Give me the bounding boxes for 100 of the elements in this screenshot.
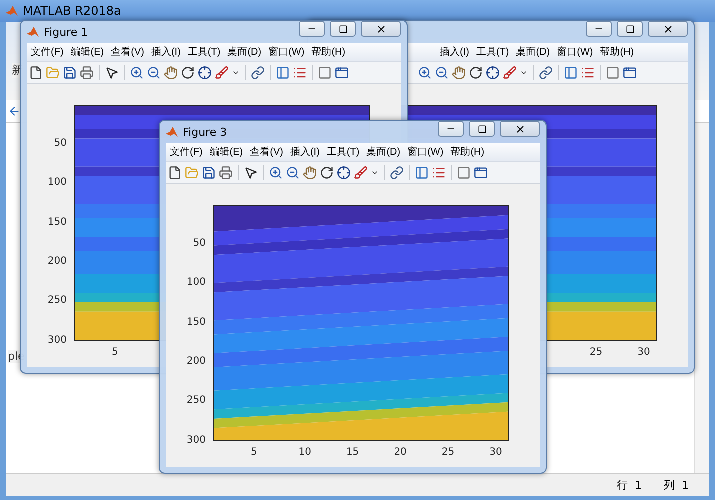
window-title: MATLAB R2018a — [23, 4, 122, 18]
menu-item[interactable]: 查看(V) — [111, 45, 144, 59]
zoom-out-icon[interactable] — [147, 66, 161, 80]
new-file-icon[interactable] — [29, 66, 43, 80]
menu-item[interactable]: 帮助(H) — [450, 145, 485, 159]
link-icon[interactable] — [390, 166, 404, 180]
zoom-out-icon[interactable] — [435, 66, 449, 80]
crosshair-icon[interactable] — [337, 166, 351, 180]
matlab-logo-icon — [27, 26, 39, 38]
panel-icon[interactable] — [415, 166, 429, 180]
menu-item[interactable]: 桌面(D) — [228, 45, 262, 59]
axis-tick-label: 300 — [48, 334, 67, 346]
print-icon[interactable] — [80, 66, 94, 80]
menu-item[interactable]: 文件(F) — [170, 145, 203, 159]
link-icon[interactable] — [251, 66, 265, 80]
close-button[interactable] — [361, 21, 401, 37]
menu-item[interactable]: 帮助(H) — [600, 45, 634, 59]
pointer-icon[interactable] — [244, 166, 258, 180]
menu-item[interactable]: 桌面(D) — [516, 45, 550, 59]
save-icon[interactable] — [63, 66, 77, 80]
menu-item[interactable]: 编辑(E) — [210, 145, 244, 159]
axis-tick-label: 10 — [298, 447, 312, 458]
menu-item[interactable]: 插入(I) — [290, 145, 320, 159]
axis-tick-label: 5 — [112, 347, 118, 358]
print-icon[interactable] — [219, 166, 233, 180]
new-file-icon[interactable] — [168, 166, 182, 180]
axis-tick-label: 50 — [54, 138, 67, 149]
minimize-button[interactable] — [299, 21, 325, 37]
square-icon[interactable] — [606, 66, 620, 80]
window-title: Figure 3 — [183, 126, 228, 138]
zoom-out-icon[interactable] — [286, 166, 300, 180]
window-icon[interactable] — [474, 166, 488, 180]
maximize-button[interactable] — [469, 121, 495, 137]
list-icon[interactable] — [432, 166, 446, 180]
menu-item[interactable]: 插入(I) — [440, 45, 470, 59]
axis-tick-label: 30 — [638, 347, 650, 358]
brush-icon[interactable] — [354, 166, 368, 180]
minimize-button[interactable] — [586, 21, 612, 37]
window-title: Figure 1 — [44, 26, 90, 38]
square-icon[interactable] — [318, 66, 332, 80]
save-icon[interactable] — [202, 166, 216, 180]
panel-icon[interactable] — [276, 66, 290, 80]
rotate-icon[interactable] — [181, 66, 195, 80]
menu-item[interactable]: 帮助(H) — [312, 45, 346, 59]
status-text: 行 1 — [617, 478, 642, 492]
back-arrow-icon[interactable] — [8, 104, 21, 118]
axis-tick-label: 25 — [590, 347, 603, 358]
rotate-icon[interactable] — [469, 66, 483, 80]
axis-tick-label: 200 — [186, 356, 206, 367]
close-button[interactable] — [648, 21, 688, 37]
axis-tick-label: 150 — [186, 316, 206, 328]
panel-icon[interactable] — [564, 66, 578, 80]
hand-icon[interactable] — [452, 66, 466, 80]
status-text: 列 1 — [664, 478, 689, 492]
menu-item[interactable]: 桌面(D) — [366, 145, 401, 159]
maximize-button[interactable] — [330, 21, 356, 37]
window-icon[interactable] — [623, 66, 637, 80]
axis-tick-label: 100 — [186, 277, 206, 288]
link-icon[interactable] — [539, 66, 553, 80]
close-icon — [662, 24, 674, 34]
pointer-icon[interactable] — [105, 66, 119, 80]
menu-item[interactable]: 窗口(W) — [557, 45, 594, 59]
axis-tick-label: 25 — [442, 447, 455, 458]
axis-tick-label: 250 — [48, 295, 67, 306]
menu-item[interactable]: 工具(T) — [476, 45, 510, 59]
rotate-icon[interactable] — [320, 166, 334, 180]
zoom-in-icon[interactable] — [269, 166, 283, 180]
hand-icon[interactable] — [303, 166, 317, 180]
axis-tick-label: 250 — [186, 395, 206, 406]
close-icon — [376, 24, 386, 34]
list-icon[interactable] — [581, 66, 595, 80]
axis-tick-label: 150 — [48, 216, 67, 228]
menu-item[interactable]: 文件(F) — [31, 45, 64, 59]
axis-tick-label: 200 — [48, 256, 67, 267]
menu-item[interactable]: 插入(I) — [151, 45, 181, 59]
minimize-button[interactable] — [438, 121, 464, 137]
list-icon[interactable] — [293, 66, 307, 80]
menu-item[interactable]: 工具(T) — [188, 45, 221, 59]
close-icon — [514, 124, 526, 134]
window-icon[interactable] — [335, 66, 349, 80]
zoom-in-icon[interactable] — [130, 66, 144, 80]
crosshair-icon[interactable] — [486, 66, 500, 80]
menu-item[interactable]: 编辑(E) — [70, 45, 104, 59]
square-icon[interactable] — [457, 166, 471, 180]
zoom-in-icon[interactable] — [418, 66, 432, 80]
menu-item[interactable]: 工具(T) — [326, 145, 360, 159]
maximize-icon — [478, 124, 486, 134]
hand-icon[interactable] — [164, 66, 178, 80]
axis-tick-label: 50 — [193, 238, 206, 249]
crosshair-icon[interactable] — [198, 66, 212, 80]
scroll-bar[interactable] — [694, 123, 709, 473]
brush-icon[interactable] — [215, 66, 229, 80]
close-button[interactable] — [500, 121, 540, 137]
brush-icon[interactable] — [503, 66, 517, 80]
maximize-button[interactable] — [617, 21, 643, 37]
axis-tick-label: 30 — [490, 447, 502, 458]
menu-item[interactable]: 窗口(W) — [408, 145, 444, 159]
axis-tick-label: 15 — [346, 447, 360, 458]
menu-item[interactable]: 查看(V) — [250, 145, 284, 159]
menu-item[interactable]: 窗口(W) — [268, 45, 305, 59]
